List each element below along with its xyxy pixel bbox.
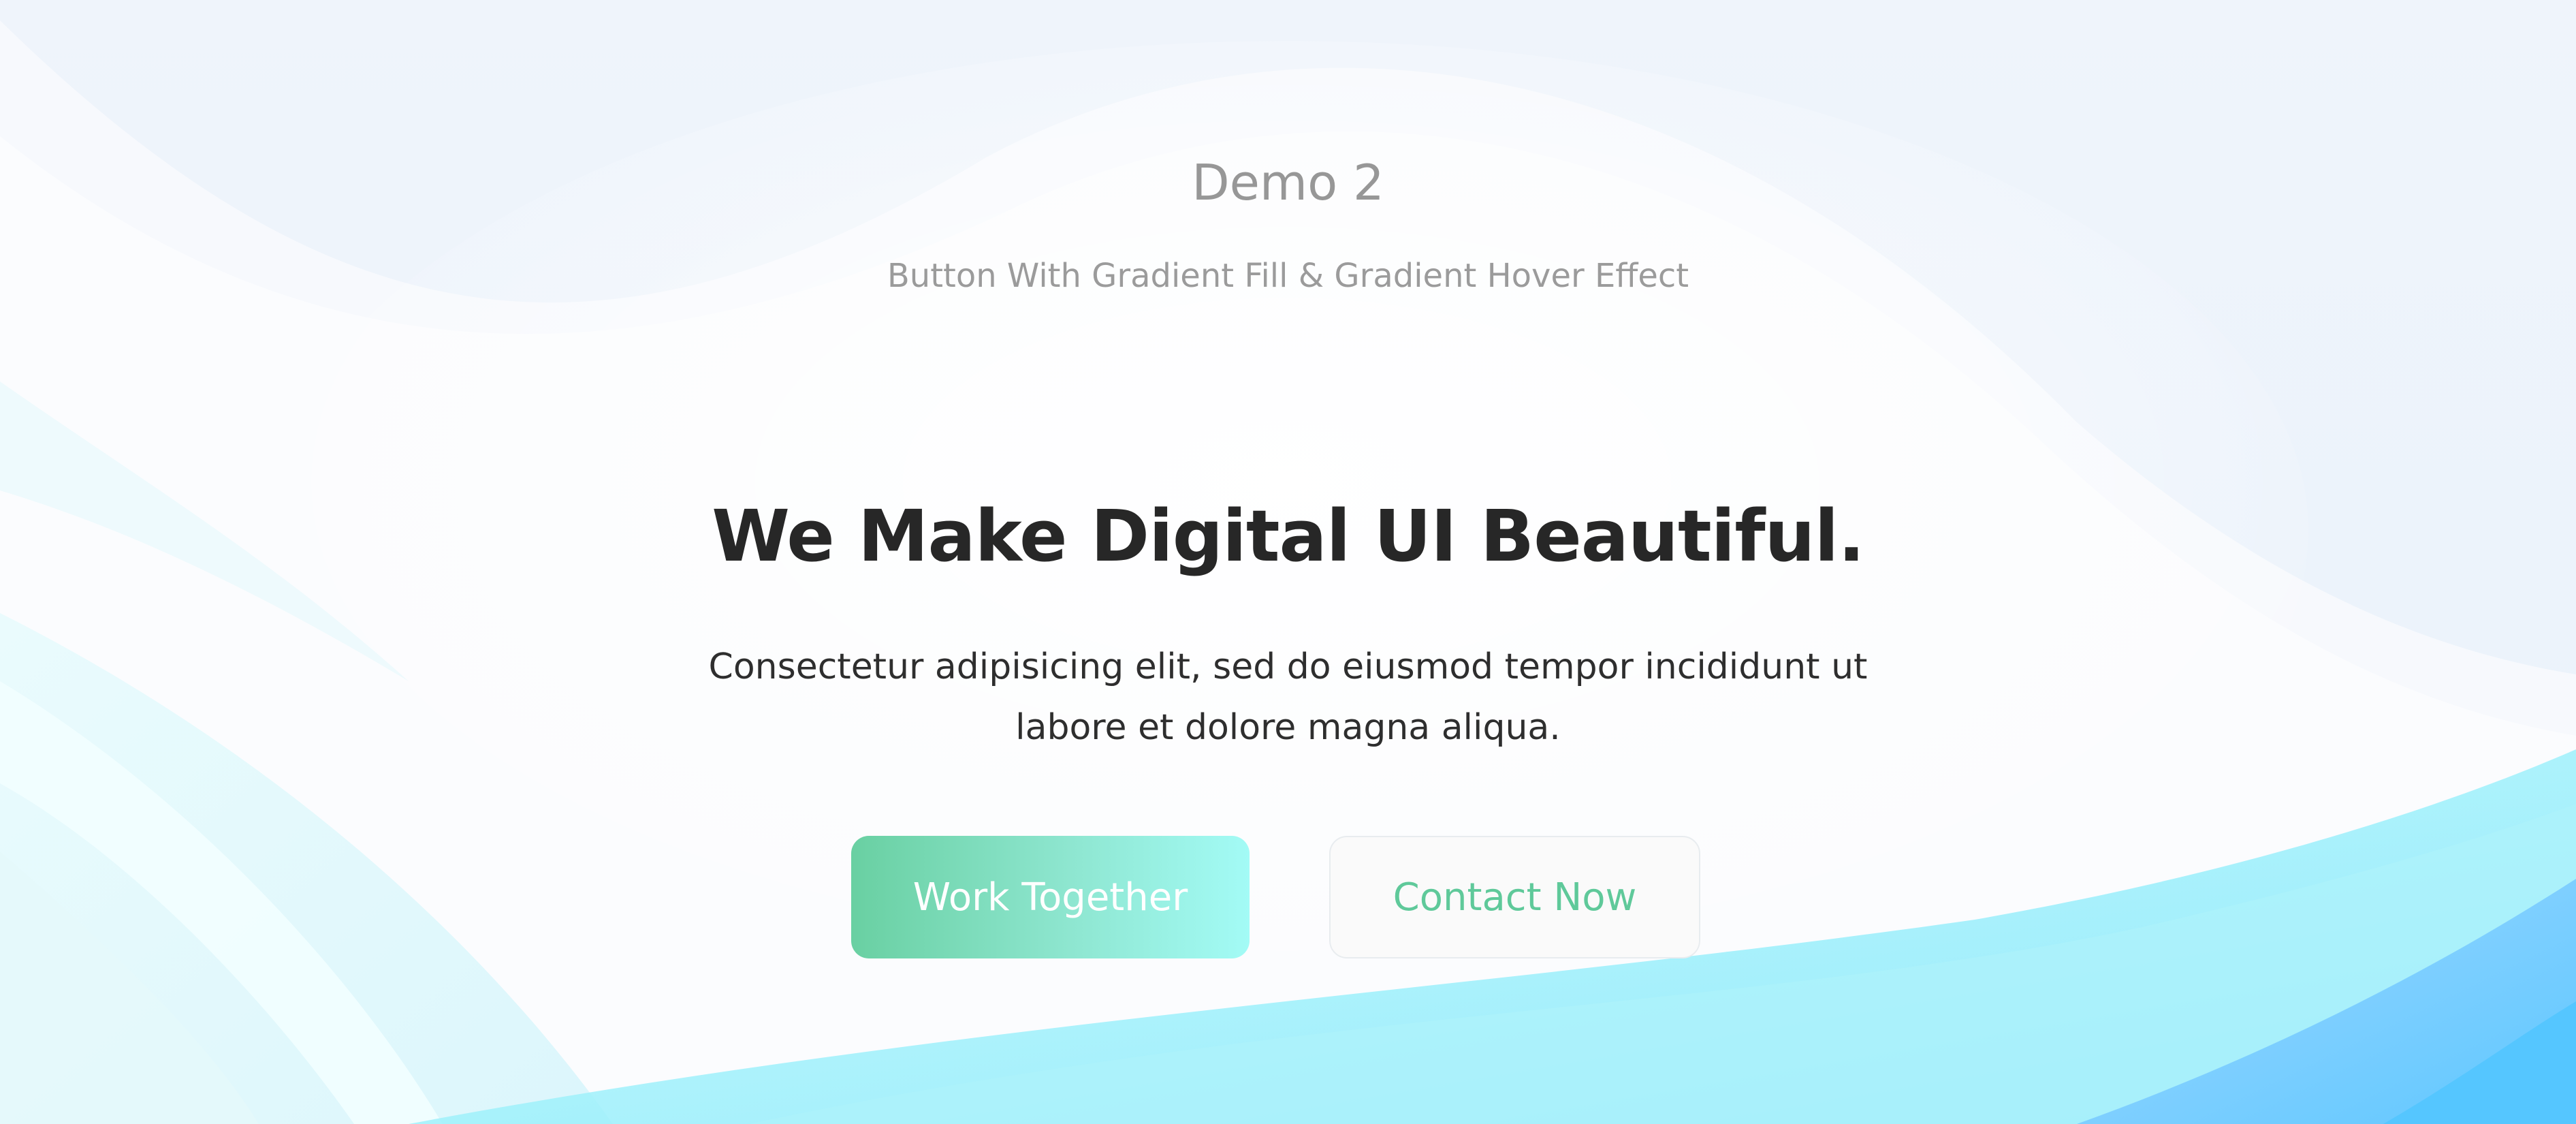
- hero-description: Consectetur adipisicing elit, sed do eiu…: [0, 637, 2576, 758]
- page-content: Demo 2 Button With Gradient Fill & Gradi…: [0, 0, 2576, 1124]
- contact-now-button[interactable]: Contact Now: [1329, 836, 1700, 958]
- demo-title: Demo 2: [1192, 154, 1384, 211]
- hero-description-line-1: Consectetur adipisicing elit, sed do eiu…: [708, 646, 1868, 687]
- hero-description-line-2: labore et dolore magna aliqua.: [1015, 707, 1561, 748]
- work-together-button[interactable]: Work Together: [851, 836, 1250, 958]
- demo-subtitle: Button With Gradient Fill & Gradient Hov…: [887, 257, 1689, 295]
- hero-heading: We Make Digital UI Beautiful.: [712, 495, 1865, 578]
